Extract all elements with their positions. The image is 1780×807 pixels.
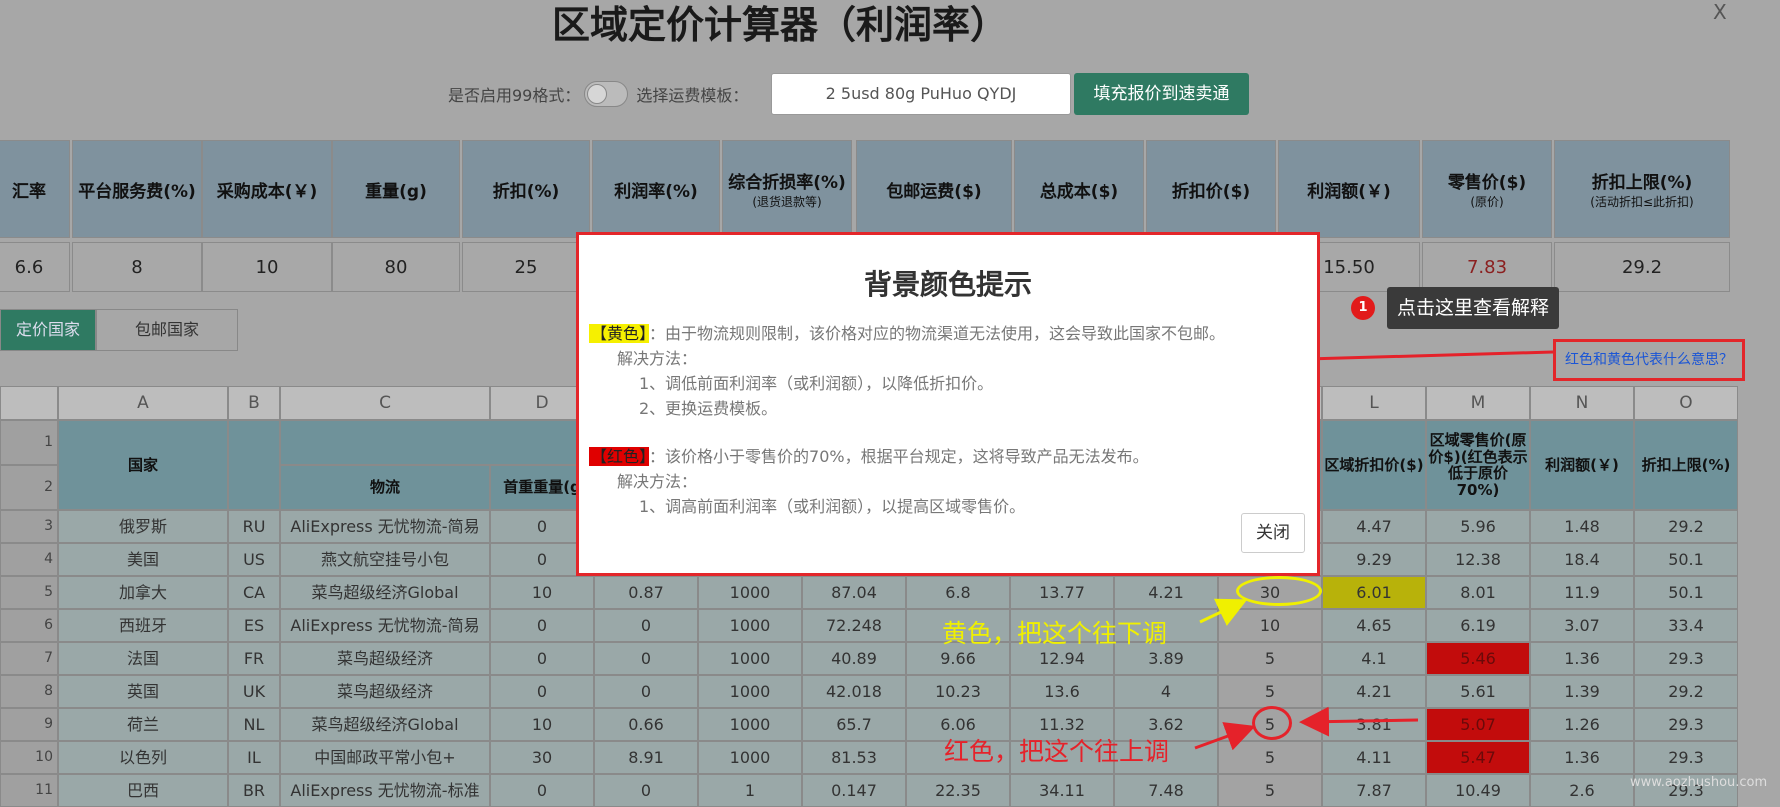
watermark: www.aozhushou.com bbox=[1630, 775, 1768, 790]
arrow-to-yellow bbox=[1199, 598, 1248, 626]
yellow-tag: 【黄色】 bbox=[589, 324, 650, 343]
background-color-dialog: 背景颜色提示 【黄色】 ：由于物流规则限制，该价格对应的物流渠道无法使用，这会导致… bbox=[576, 232, 1320, 576]
red-fix-1: 1、调高前面利润率（或利润额），以提高区域零售价。 bbox=[639, 497, 1026, 516]
dialog-close-button[interactable]: 关闭 bbox=[1241, 513, 1305, 553]
yellow-text: ：由于物流规则限制，该价格对应的物流渠道无法使用，这会导致此国家不包邮。 bbox=[649, 324, 1226, 343]
red-annotation: 红色，把这个往上调 bbox=[944, 737, 1170, 766]
red-solution-label: 解决方法： bbox=[617, 472, 698, 491]
dialog-body: 【黄色】 ：由于物流规则限制，该价格对应的物流渠道无法使用，这会导致此国家不包邮。… bbox=[589, 321, 1309, 519]
yellow-annotation: 黄色，把这个往下调 bbox=[942, 619, 1168, 648]
yellow-fix-2: 2、更换运费模板。 bbox=[639, 399, 778, 418]
arrow-to-red-ring bbox=[1299, 706, 1419, 737]
red-tag: 【红色】 bbox=[589, 447, 650, 466]
red-explanation: 【红色】 ：该价格小于零售价的70%，根据平台规定，这将导致产品无法发布。 bbox=[589, 444, 1309, 469]
dialog-title: 背景颜色提示 bbox=[863, 268, 1032, 301]
arrow-red-label bbox=[1194, 722, 1256, 751]
yellow-solution-label: 解决方法： bbox=[617, 349, 698, 368]
pricing-calculator-page: 区域定价计算器（利润率） X 是否启用99格式： 选择运费模板： 2 5usd … bbox=[0, 0, 1780, 807]
yellow-fix-1: 1、调低前面利润率（或利润额），以降低折扣价。 bbox=[639, 374, 994, 393]
red-text: ：该价格小于零售价的70%，根据平台规定，这将导致产品无法发布。 bbox=[649, 447, 1149, 466]
yellow-explanation: 【黄色】 ：由于物流规则限制，该价格对应的物流渠道无法使用，这会导致此国家不包邮。 bbox=[589, 321, 1309, 346]
